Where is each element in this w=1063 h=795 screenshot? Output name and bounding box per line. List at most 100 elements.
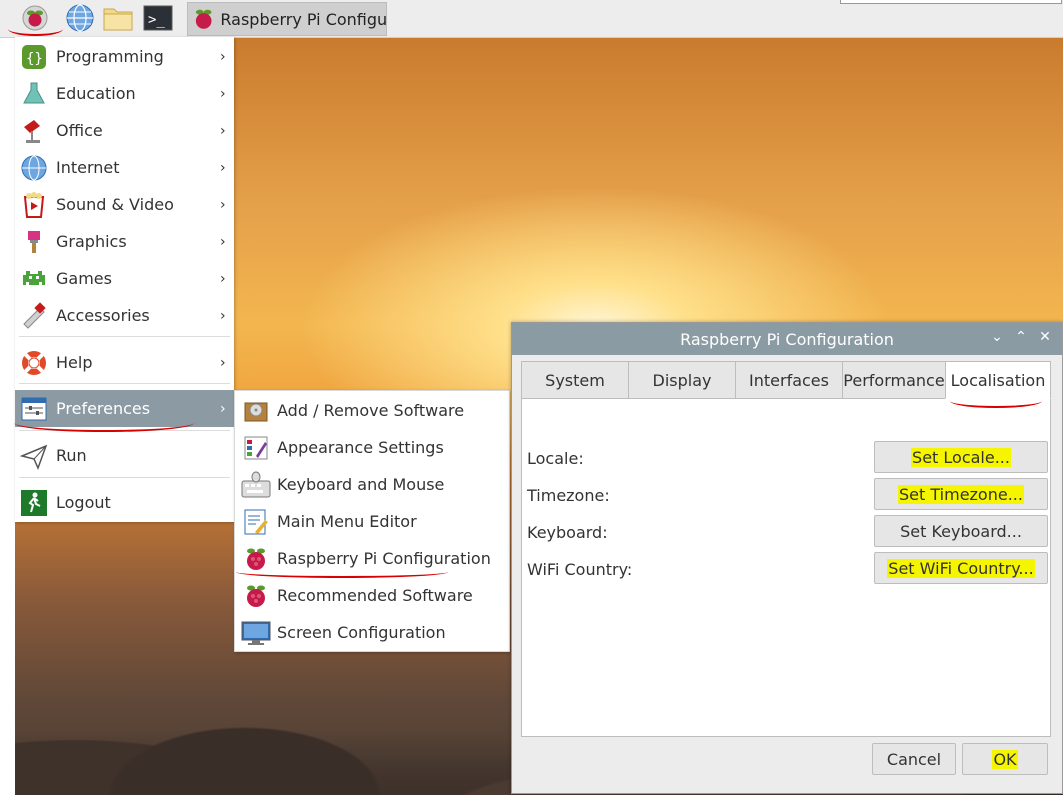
timezone-label: Timezone: xyxy=(527,486,610,505)
annotation-mark xyxy=(8,22,63,36)
menu-item-games[interactable]: Games › xyxy=(15,260,234,297)
raspberry-icon xyxy=(195,9,212,29)
menu-item-label: Graphics xyxy=(56,232,127,251)
close-icon[interactable]: ✕ xyxy=(1036,329,1054,345)
button-label: Set WiFi Country... xyxy=(887,558,1035,578)
tab-interfaces[interactable]: Interfaces xyxy=(735,361,843,399)
set-keyboard-button[interactable]: Set Keyboard... xyxy=(874,515,1048,547)
menu-item-label: Education xyxy=(56,84,136,103)
tab-system[interactable]: System xyxy=(521,361,629,399)
games-icon xyxy=(19,264,49,294)
set-timezone-button[interactable]: Set Timezone... xyxy=(874,478,1048,510)
appearance-icon xyxy=(241,433,271,463)
chevron-up-icon[interactable]: ⌃ xyxy=(1012,329,1030,345)
menu-item-label: Programming xyxy=(56,47,164,66)
main-menu: {} Programming › Education › Office › In… xyxy=(15,37,234,522)
tab-display[interactable]: Display xyxy=(628,361,736,399)
lifebuoy-icon xyxy=(19,348,49,378)
taskbar: >_ Raspberry Pi Configu… xyxy=(0,0,1063,38)
menu-item-logout[interactable]: Logout xyxy=(15,484,234,521)
menu-item-help[interactable]: Help › xyxy=(15,344,234,381)
dialog-titlebar[interactable]: Raspberry Pi Configuration ⌄ ⌃ ✕ xyxy=(512,323,1062,355)
taskbar-window-button[interactable]: Raspberry Pi Configu… xyxy=(187,2,387,36)
set-locale-button[interactable]: Set Locale... xyxy=(874,441,1048,473)
chevron-right-icon: › xyxy=(220,48,226,65)
submenu-item-label: Screen Configuration xyxy=(277,623,446,642)
wifi-country-label: WiFi Country: xyxy=(527,560,633,579)
education-icon xyxy=(19,79,49,109)
dialog-title: Raspberry Pi Configuration xyxy=(680,329,894,349)
file-manager-launcher[interactable] xyxy=(102,3,134,33)
submenu-item-appearance-settings[interactable]: Appearance Settings xyxy=(235,429,509,466)
chevron-right-icon: › xyxy=(220,85,226,102)
submenu-item-recommended-software[interactable]: Recommended Software xyxy=(235,577,509,614)
sound-video-icon xyxy=(19,190,49,220)
tab-localisation[interactable]: Localisation xyxy=(945,361,1051,399)
menu-item-internet[interactable]: Internet › xyxy=(15,149,234,186)
menu-item-label: Accessories xyxy=(56,306,150,325)
button-label: Set Timezone... xyxy=(898,484,1024,504)
menu-item-run[interactable]: Run xyxy=(15,437,234,474)
menu-item-graphics[interactable]: Graphics › xyxy=(15,223,234,260)
tab-strip: System Display Interfaces Performance Lo… xyxy=(521,361,1051,399)
monitor-icon xyxy=(241,618,271,648)
set-wifi-country-button[interactable]: Set WiFi Country... xyxy=(874,552,1048,584)
submenu-item-keyboard-and-mouse[interactable]: Keyboard and Mouse xyxy=(235,466,509,503)
submenu-item-label: Raspberry Pi Configuration xyxy=(277,549,491,568)
tab-notebook: System Display Interfaces Performance Lo… xyxy=(521,361,1051,737)
ok-button[interactable]: OK xyxy=(962,743,1048,775)
raspberry-icon xyxy=(241,581,271,611)
submenu-item-label: Main Menu Editor xyxy=(277,512,417,531)
paper-plane-icon xyxy=(19,441,49,471)
terminal-icon: >_ xyxy=(143,5,173,31)
chevron-right-icon: › xyxy=(220,196,226,213)
folder-icon xyxy=(103,8,133,31)
web-browser-launcher[interactable] xyxy=(64,3,96,33)
button-label: Set Locale... xyxy=(911,447,1011,467)
menu-item-office[interactable]: Office › xyxy=(15,112,234,149)
accessories-icon xyxy=(19,301,49,331)
menu-item-label: Logout xyxy=(56,493,111,512)
localisation-pane: Locale: Set Locale... Timezone: Set Time… xyxy=(521,398,1051,737)
menu-item-education[interactable]: Education › xyxy=(15,75,234,112)
graphics-icon xyxy=(19,227,49,257)
menu-item-sound-video[interactable]: Sound & Video › xyxy=(15,186,234,223)
menu-item-label: Sound & Video xyxy=(56,195,174,214)
menu-separator xyxy=(19,336,230,337)
raspberry-pi-configuration-dialog: Raspberry Pi Configuration ⌄ ⌃ ✕ System … xyxy=(511,322,1063,794)
submenu-item-screen-configuration[interactable]: Screen Configuration xyxy=(235,614,509,651)
chevron-right-icon: › xyxy=(220,159,226,176)
preferences-submenu: Add / Remove Software Appearance Setting… xyxy=(234,390,510,652)
cancel-button[interactable]: Cancel xyxy=(872,743,956,775)
office-icon xyxy=(19,116,49,146)
programming-icon: {} xyxy=(19,42,49,72)
chevron-right-icon: › xyxy=(220,307,226,324)
menu-item-label: Games xyxy=(56,269,112,288)
globe-icon xyxy=(66,4,94,32)
chevron-right-icon: › xyxy=(220,354,226,371)
chevron-down-icon[interactable]: ⌄ xyxy=(988,329,1006,345)
chevron-right-icon: › xyxy=(220,233,226,250)
menu-item-label: Run xyxy=(56,446,87,465)
keyboard-label: Keyboard: xyxy=(527,523,608,542)
submenu-item-label: Recommended Software xyxy=(277,586,473,605)
submenu-item-main-menu-editor[interactable]: Main Menu Editor xyxy=(235,503,509,540)
submenu-item-add-remove-software[interactable]: Add / Remove Software xyxy=(235,392,509,429)
taskbar-window-title: Raspberry Pi Configu… xyxy=(220,9,386,29)
tab-performance[interactable]: Performance xyxy=(842,361,946,399)
terminal-launcher[interactable]: >_ xyxy=(142,3,174,33)
button-label: OK xyxy=(992,749,1018,769)
menu-item-programming[interactable]: {} Programming › xyxy=(15,38,234,75)
annotation-mark xyxy=(236,566,448,578)
menu-item-label: Help xyxy=(56,353,93,372)
keyboard-mouse-icon xyxy=(241,470,271,500)
locale-label: Locale: xyxy=(527,449,584,468)
chevron-right-icon: › xyxy=(220,122,226,139)
menu-separator xyxy=(19,477,230,478)
menu-item-label: Office xyxy=(56,121,103,140)
menu-item-accessories[interactable]: Accessories › xyxy=(15,297,234,334)
submenu-item-label: Keyboard and Mouse xyxy=(277,475,445,494)
svg-text:{}: {} xyxy=(26,51,43,67)
menu-separator xyxy=(19,383,230,384)
chevron-right-icon: › xyxy=(220,270,226,287)
